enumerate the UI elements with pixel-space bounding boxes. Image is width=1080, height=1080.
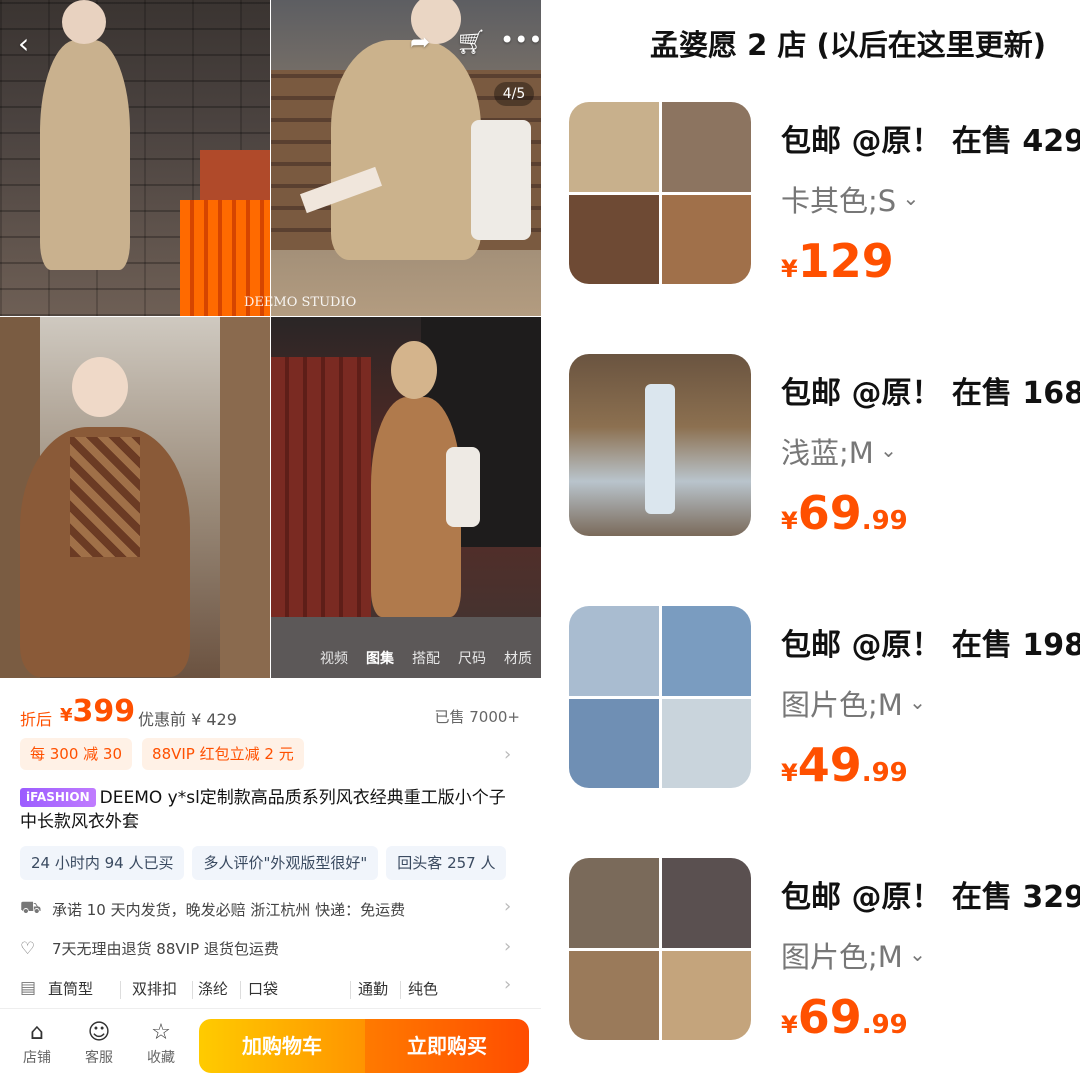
gallery-photo-4 — [271, 317, 541, 678]
back-arrow-icon[interactable]: ‹ — [18, 30, 29, 58]
sold-count: 已售 7000+ — [434, 708, 520, 726]
coupon-list[interactable]: 每 300 减 30 88VIP 红包立减 2 元 — [20, 738, 304, 770]
heart-icon: ♡ — [20, 938, 36, 959]
attr-pattern: 纯色 — [408, 980, 439, 998]
item-price: ¥69.99 — [781, 486, 908, 540]
after-discount-label: 折后 — [20, 710, 53, 729]
highlight-chips: 24 小时内 94 人已买 多人评价"外观版型很好" 回头客 257 人 — [20, 846, 507, 880]
product-detail-panel: DEEMO STUDIO ‹ ➦ 🛒︎ ••• 4/5 视频 图集 搭配 尺码 … — [0, 0, 541, 1080]
attribute-row[interactable]: ▤ 直筒型 双排扣 涤纶 口袋 通勤 纯色 › — [20, 974, 540, 1002]
gallery-tab-album[interactable]: 图集 — [366, 648, 394, 668]
chat-face-icon: ☺ — [87, 1020, 111, 1045]
item-title: 包邮 @原！ 在售 429 — [781, 124, 1080, 159]
gallery-watermark: DEEMO STUDIO — [244, 295, 357, 310]
item-price: ¥49.99 — [781, 738, 908, 792]
coupon-1[interactable]: 每 300 减 30 — [20, 738, 133, 770]
shipping-info-row[interactable]: ⛟ 承诺 10 天内发货，晚发必赔 浙江杭州 快递：免运费 — [20, 898, 405, 920]
item-title: 包邮 @原！ 在售 329 — [781, 880, 1080, 915]
product-image-gallery[interactable]: DEEMO STUDIO ‹ ➦ 🛒︎ ••• 4/5 视频 图集 搭配 尺码 … — [0, 0, 541, 678]
return-policy-text: 7天无理由退货 88VIP 退货包运费 — [52, 940, 279, 958]
bottom-action-bar: ⌂ 店铺 ☺ 客服 ☆ 收藏 加购物车 立即购买 — [0, 1008, 541, 1080]
chevron-down-icon: ⌄ — [896, 186, 920, 210]
item-title: 包邮 @原！ 在售 198 — [781, 628, 1080, 663]
item-price: ¥69.99 — [781, 990, 908, 1044]
item-sku[interactable]: 图片色;M ⌄ — [781, 682, 926, 724]
price-row: 折后 ¥399 优惠前 ¥ 429 已售 7000+ — [20, 694, 520, 736]
coupon-chevron-icon[interactable]: › — [504, 744, 511, 765]
list-item[interactable]: 包邮 @原！ 在售 329 图片色;M ⌄ ¥69.99 — [569, 858, 1080, 1044]
ifashion-badge: iFASHION — [20, 788, 96, 807]
truck-icon: ⛟ — [20, 898, 42, 918]
gallery-tab-material[interactable]: 材质 — [504, 648, 532, 668]
shop-list-panel: 孟婆愿 2 店 (以后在这里更新) 包邮 @原！ 在售 429 卡其色;S ⌄ … — [541, 0, 1080, 1080]
item-thumbnail — [569, 354, 751, 536]
attr-fabric: 涤纶 — [198, 980, 229, 998]
list-item[interactable]: 包邮 @原！ 在售 198 图片色;M ⌄ ¥49.99 — [569, 606, 1080, 792]
chevron-down-icon: ⌄ — [902, 690, 926, 714]
gallery-tab-size[interactable]: 尺码 — [458, 648, 486, 668]
attr-style: 通勤 — [358, 980, 389, 998]
gallery-tab-outfit[interactable]: 搭配 — [412, 648, 440, 668]
favorite-button[interactable]: ☆ 收藏 — [141, 1021, 181, 1067]
item-thumbnail — [569, 102, 751, 284]
coupon-2[interactable]: 88VIP 红包立减 2 元 — [142, 738, 304, 770]
chip-returning-customers[interactable]: 回头客 257 人 — [386, 846, 507, 880]
return-policy-row[interactable]: ♡ 7天无理由退货 88VIP 退货包运费 — [20, 938, 279, 959]
attr-buttons: 双排扣 — [132, 980, 178, 998]
more-icon[interactable]: ••• — [500, 28, 541, 52]
gallery-page-indicator: 4/5 — [494, 82, 534, 106]
item-title: 包邮 @原！ 在售 168 — [781, 376, 1080, 411]
chip-recent-buyers[interactable]: 24 小时内 94 人已买 — [20, 846, 185, 880]
item-thumbnail — [569, 858, 751, 1040]
customer-service-button[interactable]: ☺ 客服 — [79, 1021, 119, 1067]
chip-reviews[interactable]: 多人评价"外观版型很好" — [192, 846, 379, 880]
gallery-photo-3 — [0, 317, 270, 678]
item-sku[interactable]: 浅蓝;M ⌄ — [781, 430, 897, 472]
final-price: ¥399 — [60, 694, 136, 729]
shop-title: 孟婆愿 2 店 (以后在这里更新) — [650, 28, 1046, 62]
attr-pocket: 口袋 — [248, 980, 279, 998]
shipping-info-text: 承诺 10 天内发货，晚发必赔 浙江杭州 快递：免运费 — [52, 900, 406, 919]
cart-icon[interactable]: 🛒︎ — [456, 30, 486, 54]
star-icon: ☆ — [151, 1020, 171, 1045]
buy-now-button[interactable]: 立即购买 — [365, 1019, 529, 1073]
chevron-down-icon: ⌄ — [902, 942, 926, 966]
add-to-cart-button[interactable]: 加购物车 — [199, 1019, 365, 1073]
return-chevron-icon[interactable]: › — [504, 936, 511, 957]
original-price: 优惠前 ¥ 429 — [138, 710, 237, 729]
item-sku[interactable]: 图片色;M ⌄ — [781, 934, 926, 976]
gallery-tabs: 视频 图集 搭配 尺码 材质 — [320, 648, 532, 668]
shop-button[interactable]: ⌂ 店铺 — [17, 1021, 57, 1067]
list-item[interactable]: 包邮 @原！ 在售 168 浅蓝;M ⌄ ¥69.99 — [569, 354, 1080, 540]
clipboard-icon: ▤ — [20, 978, 37, 998]
shop-icon: ⌂ — [30, 1020, 44, 1045]
attr-fit: 直筒型 — [48, 980, 94, 998]
share-icon[interactable]: ➦ — [410, 30, 430, 54]
chevron-down-icon: ⌄ — [873, 438, 897, 462]
item-price: ¥129 — [781, 234, 894, 288]
product-title: iFASHION DEEMO y*sl定制款高品质系列风衣经典重工版小个子中长款风… — [20, 786, 520, 834]
shipping-chevron-icon[interactable]: › — [504, 896, 511, 917]
item-sku[interactable]: 卡其色;S ⌄ — [781, 178, 919, 220]
item-thumbnail — [569, 606, 751, 788]
gallery-top-bar: ‹ ➦ 🛒︎ ••• — [0, 0, 541, 80]
attribute-chevron-icon[interactable]: › — [504, 974, 511, 995]
gallery-tab-video[interactable]: 视频 — [320, 648, 348, 668]
list-item[interactable]: 包邮 @原！ 在售 429 卡其色;S ⌄ ¥129 — [569, 102, 1080, 288]
